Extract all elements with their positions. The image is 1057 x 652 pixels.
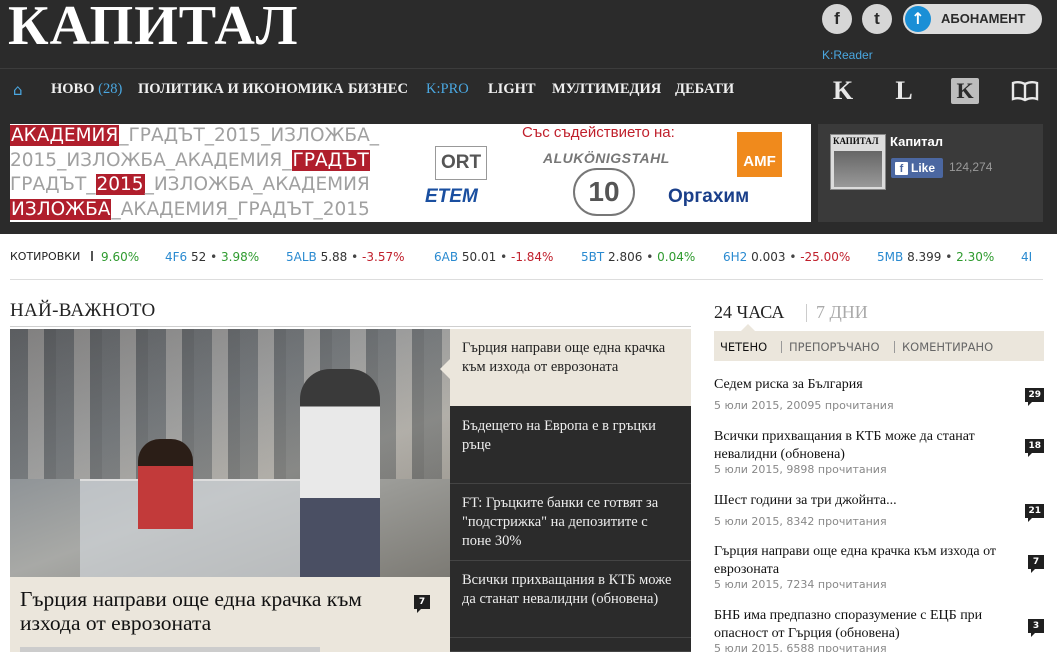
ticker-quote[interactable]: 4F6 52 • 3.98% bbox=[165, 250, 259, 264]
sponsor-10-years-logo: 10 bbox=[573, 168, 635, 216]
ticker-label: КОТИРОВКИ bbox=[10, 250, 81, 263]
main-nav: ⌂ НОВО (28) ПОЛИТИКА И ИКОНОМИКА БИЗНЕС … bbox=[0, 68, 1057, 112]
kpro-k-icon[interactable]: K bbox=[951, 78, 979, 104]
home-icon[interactable]: ⌂ bbox=[13, 81, 23, 99]
fb-like-button[interactable]: f Like bbox=[891, 158, 943, 178]
most-read-item[interactable]: БНБ има предпазно споразумение с ЕЦБ при… bbox=[714, 607, 1044, 652]
nav-item-kpro[interactable]: K:PRO bbox=[426, 81, 469, 98]
facebook-icon[interactable]: f bbox=[822, 4, 852, 34]
subscribe-label: АБОНАМЕНТ bbox=[941, 11, 1026, 26]
nav-item-debates[interactable]: ДЕБАТИ bbox=[675, 81, 734, 98]
comment-count-icon[interactable]: 18 bbox=[1025, 433, 1044, 457]
most-read-item[interactable]: Всички прихващания в КТБ може да станат … bbox=[714, 428, 1044, 476]
most-read-title[interactable]: БНБ има предпазно споразумение с ЕЦБ при… bbox=[714, 607, 1014, 642]
top-story-item[interactable]: FT: Гръцките банки се готвят за "подстри… bbox=[450, 484, 691, 561]
hero-image[interactable] bbox=[10, 329, 450, 577]
nav-item-politics[interactable]: ПОЛИТИКА И ИКОНОМИКА bbox=[138, 81, 344, 98]
most-read-meta: 5 юли 2015, 7234 прочитания bbox=[714, 578, 887, 591]
quotes-ticker: КОТИРОВКИ 9.60% 4F6 52 • 3.98% 5ALB 5.88… bbox=[0, 244, 1057, 270]
nav-item-novo[interactable]: НОВО (28) bbox=[51, 81, 122, 98]
site-header: КАПИТАЛ f t ↑ АБОНАМЕНТ K:Reader bbox=[0, 0, 1057, 68]
comment-count-icon[interactable]: 3 bbox=[1028, 613, 1044, 637]
top-story-item[interactable]: Всички прихващания в КТБ може да станат … bbox=[450, 561, 691, 638]
comment-count-icon[interactable]: 29 bbox=[1025, 382, 1044, 406]
most-read-meta: 5 юли 2015, 8342 прочитания bbox=[714, 514, 887, 528]
top-story-item[interactable] bbox=[450, 638, 691, 652]
sponsor-amf-logo: AMF bbox=[737, 132, 782, 177]
nav-item-business[interactable]: БИЗНЕС bbox=[348, 81, 408, 98]
tab-7-days[interactable]: 7 ДНИ bbox=[816, 302, 868, 323]
most-read-title[interactable]: Шест години за три джойнта... bbox=[714, 492, 1014, 510]
sidebar-subtabs: ЧЕТЕНО ПРЕПОРЪЧАНО КОМЕНТИРАНО bbox=[714, 331, 1044, 361]
ticker-quote[interactable]: 4I bbox=[1021, 250, 1032, 264]
top-stories-list: Гърция направи още една крачка към изход… bbox=[440, 329, 691, 652]
comment-count-icon[interactable]: 21 bbox=[1025, 498, 1044, 522]
fb-like-count: 124,274 bbox=[949, 160, 993, 174]
facebook-like-box: КАПИТАЛ Капитал f Like 124,274 bbox=[818, 124, 1043, 222]
fb-page-name[interactable]: Капитал bbox=[890, 134, 943, 149]
most-read-item[interactable]: Гърция направи още една крачка към изход… bbox=[714, 543, 1044, 591]
ad-banner[interactable]: АКАДЕМИЯ_ГРАДЪТ_2015_ИЗЛОЖБА_ 2015_ИЗЛОЖ… bbox=[10, 124, 811, 222]
comment-count-icon[interactable]: 7 bbox=[414, 589, 430, 613]
light-l-icon[interactable]: L bbox=[890, 78, 918, 104]
comment-count-icon[interactable]: 7 bbox=[1028, 549, 1044, 573]
ticker-quote[interactable]: 6AB 50.01 • -1.84% bbox=[434, 250, 553, 264]
ticker-quote[interactable]: 5BT 2.806 • 0.04% bbox=[581, 250, 695, 264]
book-icon[interactable] bbox=[1011, 78, 1039, 104]
subtab-read[interactable]: ЧЕТЕНО bbox=[720, 340, 767, 354]
sponsor-alukonig-logo: ALUKÖNIGSTAHL bbox=[543, 150, 670, 166]
subtab-commented[interactable]: КОМЕНТИРАНО bbox=[902, 340, 993, 354]
ticker-first-change: 9.60% bbox=[101, 250, 140, 264]
top-story-item[interactable]: Гърция направи още една крачка към изход… bbox=[440, 329, 691, 406]
sponsor-etem-logo: ETEM bbox=[425, 186, 478, 207]
most-read-item[interactable]: Седем риска за България 5 юли 2015, 2009… bbox=[714, 376, 1044, 412]
fb-page-thumbnail[interactable]: КАПИТАЛ bbox=[830, 134, 886, 190]
most-read-item[interactable]: Шест години за три джойнта... 5 юли 2015… bbox=[714, 492, 1044, 528]
ad-support-text: Със съдействието на: bbox=[522, 124, 675, 141]
nav-item-light[interactable]: LIGHT bbox=[488, 81, 536, 98]
nav-item-multimedia[interactable]: МУЛТИМЕДИЯ bbox=[552, 81, 661, 98]
sponsor-ort-logo: ORT bbox=[435, 146, 487, 180]
ticker-quote[interactable]: 5MB 8.399 • 2.30% bbox=[877, 250, 994, 264]
kreader-link[interactable]: K:Reader bbox=[822, 48, 873, 62]
kapital-k-icon[interactable]: K bbox=[829, 78, 857, 104]
top-story-item[interactable]: Бъдещето на Европа е в гръцки ръце bbox=[450, 407, 691, 484]
subtab-recommended[interactable]: ПРЕПОРЪЧАНО bbox=[789, 340, 880, 354]
site-logo[interactable]: КАПИТАЛ bbox=[8, 0, 299, 56]
nav-new-count: (28) bbox=[98, 81, 123, 97]
most-read-meta: 5 юли 2015, 20095 прочитания bbox=[714, 398, 894, 412]
ticker-quote[interactable]: 6H2 0.003 • -25.00% bbox=[723, 250, 850, 264]
ticker-quote[interactable]: 5ALB 5.88 • -3.57% bbox=[286, 250, 405, 264]
hero-caption: Гърция направи още една крачка към изход… bbox=[10, 577, 450, 652]
most-read-meta: 5 юли 2015, 6588 прочитания bbox=[714, 642, 887, 652]
arrow-up-icon: ↑ bbox=[905, 6, 931, 32]
subscribe-button[interactable]: ↑ АБОНАМЕНТ bbox=[903, 4, 1042, 34]
most-read-title[interactable]: Всички прихващания в КТБ може да станат … bbox=[714, 428, 1014, 463]
tab-24-hours[interactable]: 24 ЧАСА bbox=[714, 302, 784, 323]
section-title: НАЙ-ВАЖНОТО bbox=[10, 300, 156, 321]
most-read-meta: 5 юли 2015, 9898 прочитания bbox=[714, 463, 887, 476]
hero-headline[interactable]: Гърция направи още една крачка към изход… bbox=[20, 587, 410, 635]
sponsor-orgachim-logo: Оргахим bbox=[668, 186, 750, 207]
facebook-icon: f bbox=[895, 162, 908, 175]
most-read-title[interactable]: Седем риска за България bbox=[714, 376, 1014, 394]
most-read-title[interactable]: Гърция направи още една крачка към изход… bbox=[714, 543, 1014, 578]
twitter-icon[interactable]: t bbox=[862, 4, 892, 34]
ad-word-grid: АКАДЕМИЯ_ГРАДЪТ_2015_ИЗЛОЖБА_ 2015_ИЗЛОЖ… bbox=[10, 125, 380, 220]
